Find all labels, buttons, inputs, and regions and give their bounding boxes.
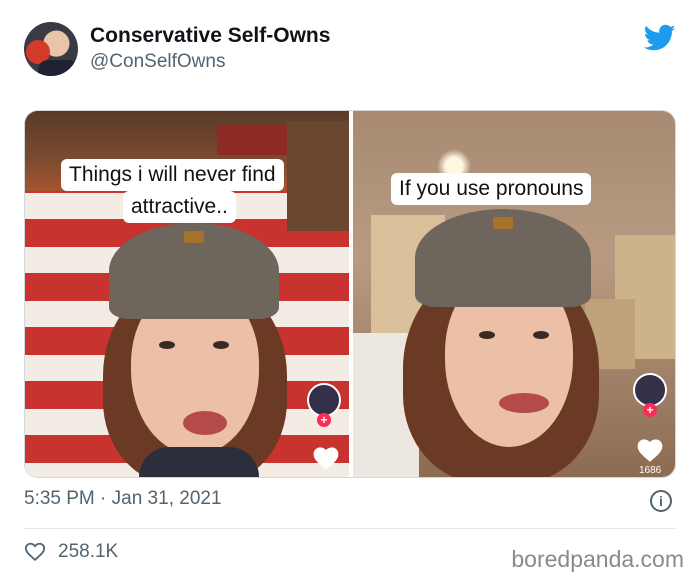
like-count: 258.1K xyxy=(58,541,119,562)
author-name[interactable]: Conservative Self-Owns xyxy=(90,24,330,48)
media-image-right[interactable]: If you use pronouns + 1686 xyxy=(353,111,675,477)
caption-right: If you use pronouns xyxy=(391,173,592,205)
tweet-media[interactable]: Things i will never find attractive.. + … xyxy=(24,110,676,478)
tiktok-follow-icon[interactable]: + xyxy=(643,403,657,417)
media-image-left[interactable]: Things i will never find attractive.. + xyxy=(25,111,349,477)
watermark: boredpanda.com xyxy=(511,546,684,572)
shelf-box-graphic xyxy=(217,125,287,155)
tiktok-heart-icon[interactable] xyxy=(635,437,665,463)
caption-line-2: attractive.. xyxy=(123,191,236,223)
twitter-bird-icon[interactable] xyxy=(644,24,676,52)
tiktok-like-count: 1686 xyxy=(639,465,662,476)
tiktok-avatar[interactable] xyxy=(307,383,341,417)
person-graphic xyxy=(393,207,613,477)
author-avatar[interactable] xyxy=(24,22,78,76)
tiktok-follow-icon[interactable]: + xyxy=(317,413,331,427)
heart-outline-icon[interactable] xyxy=(24,541,46,563)
info-icon[interactable]: i xyxy=(650,490,672,512)
tweet-header: Conservative Self-Owns @ConSelfOwns xyxy=(24,18,684,82)
divider xyxy=(24,528,676,529)
avatar-suit-graphic xyxy=(38,60,78,76)
person-graphic xyxy=(85,215,305,477)
tweet-timestamp[interactable]: 5:35 PM · Jan 31, 2021 xyxy=(24,488,222,510)
tiktok-avatar[interactable] xyxy=(633,373,667,407)
author-handle[interactable]: @ConSelfOwns xyxy=(90,51,225,73)
like-action[interactable]: 258.1K xyxy=(24,540,118,564)
tiktok-heart-icon[interactable] xyxy=(311,445,341,471)
caption-line-1: Things i will never find xyxy=(61,159,284,191)
